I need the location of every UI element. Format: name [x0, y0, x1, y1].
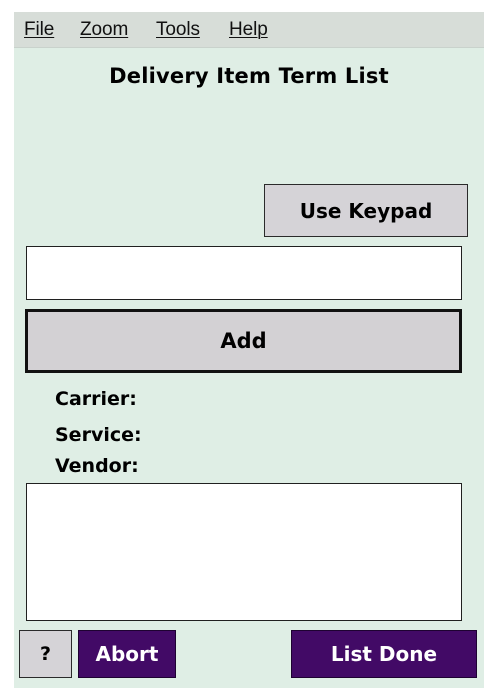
list-done-button[interactable]: List Done: [291, 630, 477, 678]
menu-file[interactable]: File: [24, 20, 54, 40]
term-input[interactable]: [26, 246, 462, 300]
service-label: Service:: [55, 424, 142, 446]
help-button[interactable]: ?: [19, 630, 72, 678]
menu-bar: File Zoom Tools Help: [14, 12, 484, 48]
menu-zoom[interactable]: Zoom: [80, 20, 128, 40]
menu-tools[interactable]: Tools: [156, 20, 200, 40]
abort-button[interactable]: Abort: [78, 630, 176, 678]
menu-help[interactable]: Help: [229, 20, 268, 40]
use-keypad-button[interactable]: Use Keypad: [264, 184, 468, 237]
add-button[interactable]: Add: [25, 309, 462, 373]
carrier-label: Carrier:: [55, 388, 137, 410]
vendor-label: Vendor:: [55, 455, 139, 477]
page-title: Delivery Item Term List: [109, 64, 389, 88]
term-list[interactable]: [26, 483, 462, 621]
